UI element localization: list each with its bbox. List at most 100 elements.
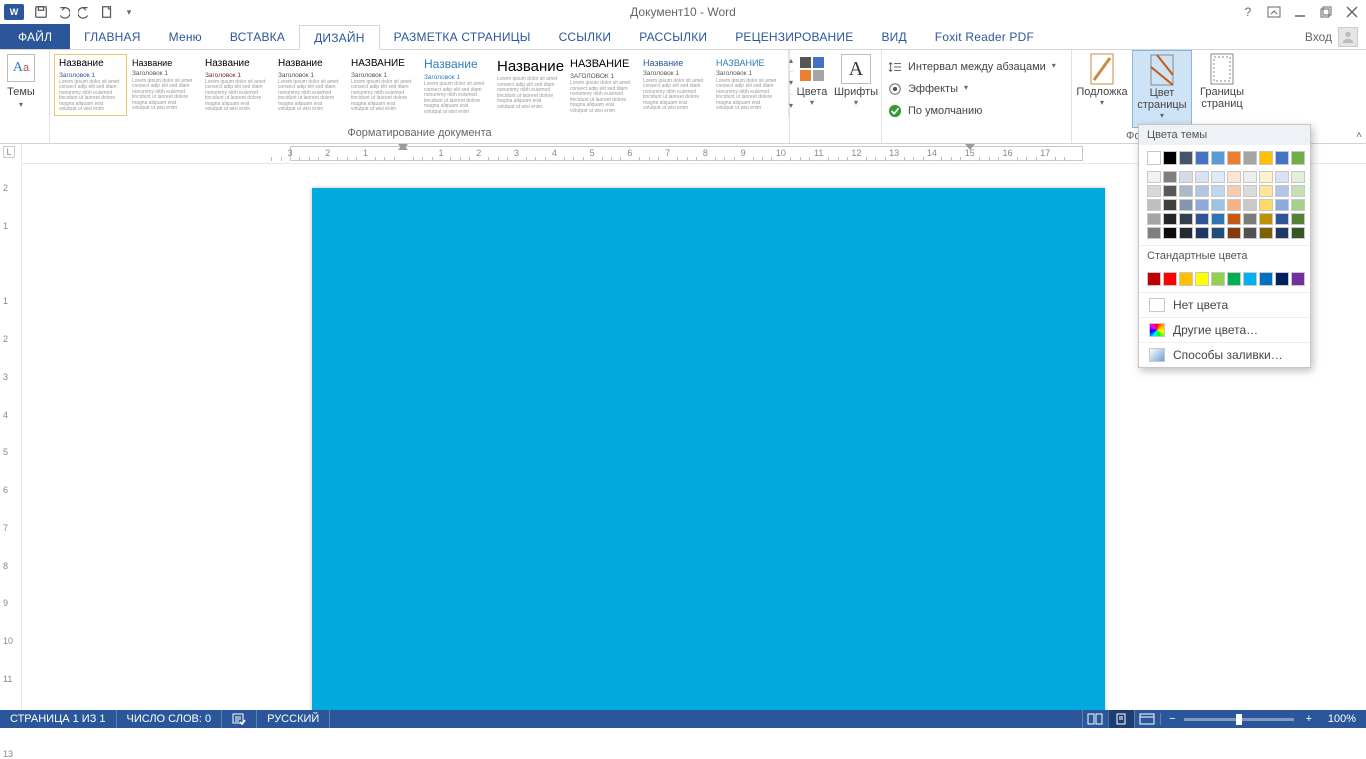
color-swatch[interactable] (1291, 185, 1305, 197)
style-thumb[interactable]: НазваниеLorem ipsum dolor sit amet conse… (492, 54, 565, 116)
color-swatch[interactable] (1291, 151, 1305, 165)
color-swatch[interactable] (1147, 213, 1161, 225)
style-thumb[interactable]: НазваниеЗаголовок 1Lorem ipsum dolor sit… (200, 54, 273, 116)
color-swatch[interactable] (1227, 171, 1241, 183)
color-swatch[interactable] (1243, 199, 1257, 211)
color-swatch[interactable] (1243, 185, 1257, 197)
color-swatch[interactable] (1163, 185, 1177, 197)
color-swatch[interactable] (1163, 213, 1177, 225)
zoom-slider[interactable] (1184, 718, 1294, 721)
color-swatch[interactable] (1179, 213, 1193, 225)
color-swatch[interactable] (1147, 185, 1161, 197)
color-swatch[interactable] (1243, 171, 1257, 183)
effects-button[interactable]: Эффекты▾ (882, 78, 1071, 100)
tab-layout[interactable]: РАЗМЕТКА СТРАНИЦЫ (380, 24, 545, 49)
save-button[interactable] (30, 1, 52, 23)
color-swatch[interactable] (1211, 171, 1225, 183)
colours-button[interactable]: Цвета ▾ (790, 50, 834, 128)
color-swatch[interactable] (1195, 171, 1209, 183)
redo-button[interactable] (74, 1, 96, 23)
minimize-button[interactable] (1290, 3, 1310, 21)
color-swatch[interactable] (1179, 199, 1193, 211)
color-swatch[interactable] (1227, 199, 1241, 211)
color-swatch[interactable] (1259, 171, 1273, 183)
tab-mailings[interactable]: РАССЫЛКИ (625, 24, 721, 49)
color-swatch[interactable] (1163, 151, 1177, 165)
color-swatch[interactable] (1147, 227, 1161, 239)
view-web-button[interactable] (1134, 710, 1160, 728)
color-swatch[interactable] (1163, 227, 1177, 239)
view-print-button[interactable] (1108, 710, 1134, 728)
tab-foxit[interactable]: Foxit Reader PDF (921, 24, 1048, 49)
undo-button[interactable] (52, 1, 74, 23)
tab-review[interactable]: РЕЦЕНЗИРОВАНИЕ (721, 24, 867, 49)
color-swatch[interactable] (1195, 199, 1209, 211)
help-button[interactable]: ? (1238, 3, 1258, 21)
maximize-button[interactable] (1316, 3, 1336, 21)
tab-design[interactable]: ДИЗАЙН (299, 25, 380, 50)
color-swatch[interactable] (1275, 199, 1289, 211)
color-swatch[interactable] (1259, 199, 1273, 211)
color-swatch[interactable] (1227, 227, 1241, 239)
color-swatch[interactable] (1179, 185, 1193, 197)
style-thumb[interactable]: НАЗВАНИЕЗаголовок 1Lorem ipsum dolor sit… (711, 54, 784, 116)
right-indent-marker[interactable] (965, 144, 975, 150)
color-swatch[interactable] (1275, 171, 1289, 183)
color-swatch[interactable] (1291, 199, 1305, 211)
color-swatch[interactable] (1275, 227, 1289, 239)
ribbon-display-button[interactable] (1264, 3, 1284, 21)
color-swatch[interactable] (1195, 151, 1209, 165)
color-swatch[interactable] (1259, 227, 1273, 239)
tab-stop-type-button[interactable]: L (3, 146, 15, 158)
style-thumb[interactable]: НАЗВАНИЕЗаголовок 1Lorem ipsum dolor sit… (346, 54, 419, 116)
color-swatch[interactable] (1211, 199, 1225, 211)
color-swatch[interactable] (1163, 199, 1177, 211)
tab-menu[interactable]: Меню (155, 24, 216, 49)
close-button[interactable] (1342, 3, 1362, 21)
qat-customise-button[interactable]: ▾ (118, 1, 140, 23)
color-swatch[interactable] (1291, 272, 1305, 286)
color-swatch[interactable] (1243, 227, 1257, 239)
tab-insert[interactable]: ВСТАВКА (216, 24, 299, 49)
page[interactable] (312, 188, 1105, 710)
color-swatch[interactable] (1147, 272, 1161, 286)
color-swatch[interactable] (1179, 227, 1193, 239)
new-doc-button[interactable] (96, 1, 118, 23)
color-swatch[interactable] (1211, 151, 1225, 165)
color-swatch[interactable] (1259, 185, 1273, 197)
color-swatch[interactable] (1211, 185, 1225, 197)
style-thumb[interactable]: НазваниеЗаголовок 1Lorem ipsum dolor sit… (638, 54, 711, 116)
color-swatch[interactable] (1211, 272, 1225, 286)
color-swatch[interactable] (1243, 151, 1257, 165)
color-swatch[interactable] (1243, 272, 1257, 286)
color-swatch[interactable] (1259, 213, 1273, 225)
status-spellcheck[interactable] (222, 710, 257, 728)
fill-effects-item[interactable]: Способы заливки… (1139, 342, 1310, 367)
tab-file[interactable]: ФАЙЛ (0, 24, 70, 49)
color-swatch[interactable] (1259, 151, 1273, 165)
page-color-button[interactable]: Цвет страницы ▾ (1132, 50, 1192, 128)
color-swatch[interactable] (1195, 185, 1209, 197)
color-swatch[interactable] (1259, 272, 1273, 286)
style-thumb[interactable]: НАЗВАНИЕЗАГОЛОВОК 1Lorem ipsum dolor sit… (565, 54, 638, 116)
color-swatch[interactable] (1163, 171, 1177, 183)
tab-home[interactable]: ГЛАВНАЯ (70, 24, 154, 49)
color-swatch[interactable] (1227, 272, 1241, 286)
indent-marker[interactable] (398, 144, 408, 150)
zoom-in-button[interactable]: + (1300, 713, 1318, 725)
no-color-item[interactable]: Нет цвета (1139, 292, 1310, 317)
color-swatch[interactable] (1163, 272, 1177, 286)
color-swatch[interactable] (1195, 213, 1209, 225)
color-swatch[interactable] (1227, 213, 1241, 225)
fonts-button[interactable]: A Шрифты ▾ (834, 50, 878, 128)
style-thumb[interactable]: НазваниеЗаголовок 1Lorem ipsum dolor sit… (54, 54, 127, 116)
status-language[interactable]: РУССКИЙ (257, 710, 330, 728)
view-read-button[interactable] (1082, 710, 1108, 728)
style-thumb[interactable]: НазваниеЗаголовок 1Lorem ipsum dolor sit… (273, 54, 346, 116)
color-swatch[interactable] (1195, 227, 1209, 239)
color-swatch[interactable] (1211, 227, 1225, 239)
themes-button[interactable]: Aa Темы ▾ (0, 50, 42, 128)
vertical-ruler[interactable]: 2112345678910111213L (0, 144, 22, 710)
watermark-button[interactable]: Подложка ▾ (1072, 50, 1132, 128)
color-swatch[interactable] (1227, 185, 1241, 197)
